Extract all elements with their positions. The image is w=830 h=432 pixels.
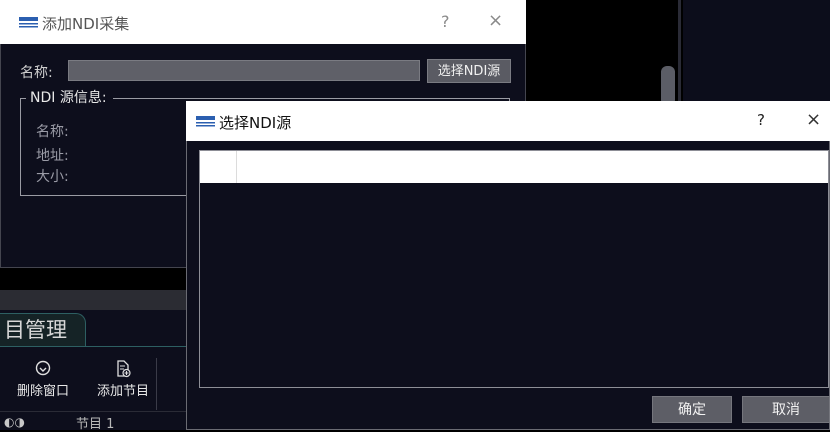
help-icon[interactable]: ? — [757, 111, 765, 129]
ndi-source-list-header — [200, 151, 828, 183]
select-ndi-source-titlebar[interactable]: 选择NDI源 ? × — [186, 101, 830, 141]
cancel-button[interactable]: 取消 — [742, 396, 830, 423]
delete-window-label: 删除窗口 — [16, 384, 69, 399]
add-program-icon — [117, 360, 131, 378]
list-header-corner — [200, 151, 237, 183]
info-size-label: 大小: — [36, 169, 69, 185]
name-label: 名称: — [20, 65, 53, 81]
tab-management[interactable]: 目管理 — [0, 313, 86, 347]
scrollbar-thumb[interactable] — [661, 66, 675, 106]
dialog-title: 选择NDI源 — [219, 114, 292, 132]
program-status-icon: ◐◑ — [4, 415, 25, 429]
add-program-label: 添加节目 — [96, 384, 149, 399]
dialog-title: 添加NDI采集 — [42, 15, 130, 33]
add-ndi-capture-titlebar[interactable]: 添加NDI采集 ? × — [0, 0, 526, 44]
close-icon[interactable]: × — [806, 109, 821, 130]
delete-window-button[interactable]: 删除窗口 — [8, 360, 78, 410]
info-address-label: 地址: — [36, 148, 69, 164]
close-icon[interactable]: × — [488, 10, 503, 31]
info-name-label: 名称: — [36, 124, 69, 140]
select-ndi-source-button[interactable]: 选择NDI源 — [427, 59, 511, 83]
tab-underline — [0, 346, 186, 347]
add-program-button[interactable]: 添加节目 — [88, 360, 158, 410]
ok-button[interactable]: 确定 — [652, 396, 732, 423]
app-logo-icon — [196, 116, 215, 127]
background-toolbar-strip — [0, 290, 186, 310]
app-logo-icon — [19, 17, 38, 28]
panel-divider[interactable] — [678, 0, 681, 110]
program-item-label: 节目 1 — [76, 417, 115, 432]
help-icon[interactable]: ? — [441, 12, 450, 31]
ndi-source-list[interactable] — [199, 150, 829, 388]
delete-window-icon — [35, 360, 51, 376]
background-strip — [0, 268, 186, 290]
program-list-row[interactable]: ◐◑ 节目 1 — [0, 411, 186, 432]
toolbar-separator — [156, 358, 157, 410]
right-panel — [683, 0, 830, 110]
name-input[interactable] — [68, 60, 420, 81]
ndi-source-info-title: NDI 源信息: — [26, 90, 113, 106]
